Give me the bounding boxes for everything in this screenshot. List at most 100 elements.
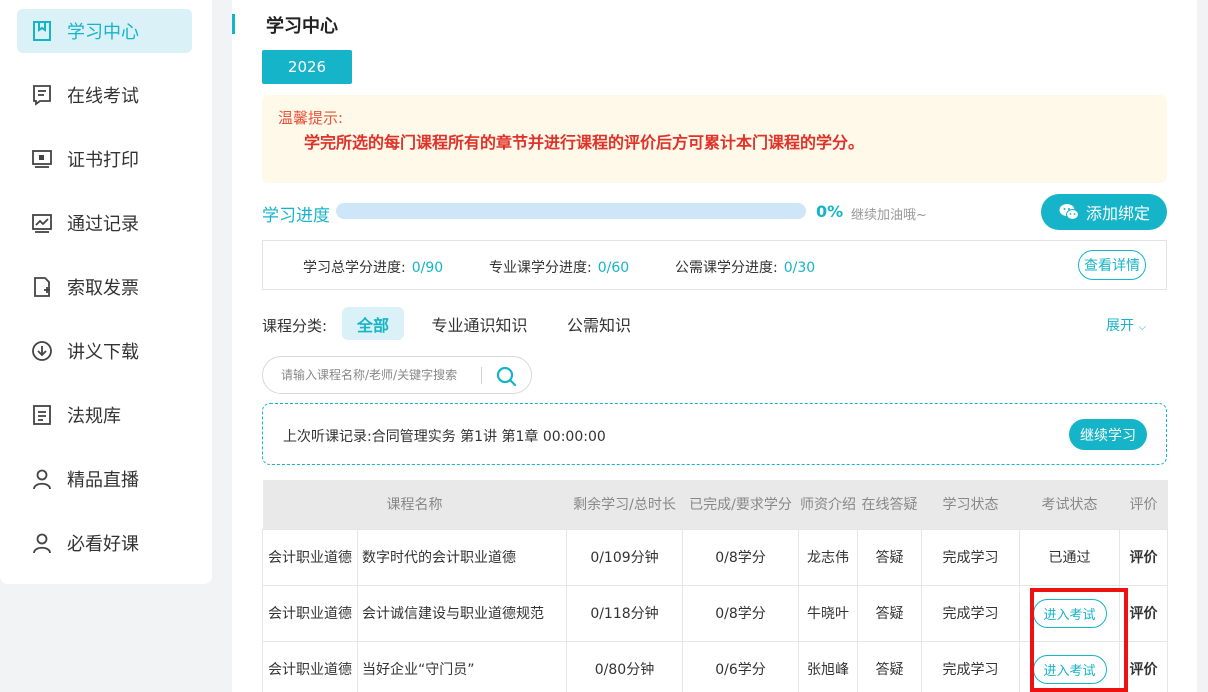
continue-learning-button[interactable]: 继续学习	[1069, 419, 1147, 450]
expand-toggle[interactable]: 展开 ⌵	[1106, 315, 1146, 335]
course-credits: 0/8学分	[682, 584, 799, 642]
public-credits: 公需课学分进度: 0/30	[675, 257, 815, 277]
sidebar-item-pass-records[interactable]: 通过记录	[17, 201, 192, 245]
column-header: 剩余学习/总时长	[566, 480, 683, 529]
course-name[interactable]: 会计诚信建设与职业道德规范	[357, 584, 567, 642]
total-credits: 学习总学分进度: 0/90	[303, 257, 443, 277]
sidebar-item-study-center[interactable]: 学习中心	[17, 9, 192, 53]
column-header: 在线答疑	[857, 480, 922, 529]
table-row: 会计职业道德 当好企业“守门员” 0/80分钟 0/6学分 张旭峰 答疑 完成学…	[262, 640, 1168, 692]
exam-cell: 进入考试	[1019, 640, 1120, 692]
course-duration: 0/109分钟	[566, 528, 683, 586]
sidebar-item-label: 索取发票	[67, 278, 139, 299]
notice-heading: 温馨提示:	[278, 109, 344, 127]
course-qa[interactable]: 答疑	[857, 584, 922, 642]
progress-hint: 继续加油哦~	[851, 208, 927, 223]
course-qa[interactable]: 答疑	[857, 640, 922, 692]
sidebar-item-invoice[interactable]: 索取发票	[17, 265, 192, 309]
column-header: 课程名称	[262, 480, 567, 529]
add-binding-label: 添加绑定	[1085, 204, 1150, 223]
course-credits: 0/8学分	[682, 528, 799, 586]
course-status: 完成学习	[921, 584, 1020, 642]
course-category: 会计职业道德	[262, 528, 358, 586]
chevron-down-icon: ⌵	[1138, 322, 1147, 333]
sidebar-item-online-exam[interactable]: 在线考试	[17, 73, 192, 117]
invoice-icon	[31, 276, 53, 298]
sidebar: 学习中心 在线考试 证书打印 通过记录 索取发票 讲义下载 法规库 精品直播 必…	[0, 0, 212, 584]
sidebar-item-label: 证书打印	[67, 150, 139, 171]
sidebar-item-label: 讲义下载	[67, 342, 139, 363]
table-header-row: 课程名称 剩余学习/总时长 已完成/要求学分 师资介绍 在线答疑 学习状态 考试…	[262, 480, 1168, 529]
course-credits: 0/6学分	[682, 640, 799, 692]
progress-percent: 0%	[816, 202, 844, 221]
view-details-button[interactable]: 查看详情	[1078, 250, 1146, 280]
evaluate-link[interactable]: 评价	[1119, 584, 1168, 642]
column-header: 评价	[1119, 480, 1168, 529]
course-status: 完成学习	[921, 528, 1020, 586]
download-icon	[31, 340, 53, 362]
search-icon[interactable]	[495, 365, 517, 387]
enter-exam-button[interactable]: 进入考试	[1032, 654, 1107, 684]
total-credits-value: 0/90	[411, 260, 444, 276]
course-name[interactable]: 当好企业“守门员”	[357, 640, 567, 692]
search-divider	[481, 367, 482, 384]
table-row: 会计职业道德 会计诚信建设与职业道德规范 0/118分钟 0/8学分 牛晓叶 答…	[262, 584, 1168, 642]
last-record-text: 上次听课记录:合同管理实务 第1讲 第1章 00:00:00	[283, 429, 606, 445]
search-input[interactable]	[281, 365, 471, 385]
sidebar-item-label: 学习中心	[67, 22, 139, 43]
chart-icon	[31, 212, 53, 234]
category-label: 课程分类:	[262, 317, 328, 335]
major-credits-label: 专业课学分进度:	[489, 260, 592, 276]
exam-icon	[31, 84, 53, 106]
main-panel: 学习中心 2026 温馨提示: 学完所选的每门课程所有的章节并进行课程的评价后方…	[232, 0, 1197, 692]
category-professional[interactable]: 专业通识知识	[422, 307, 537, 340]
document-icon	[31, 404, 53, 426]
last-record-box: 上次听课记录:合同管理实务 第1讲 第1章 00:00:00 继续学习	[262, 403, 1167, 465]
search-box	[262, 356, 532, 394]
page-title: 学习中心	[266, 16, 338, 37]
column-header: 考试状态	[1019, 480, 1120, 529]
column-header: 师资介绍	[798, 480, 858, 529]
wechat-icon	[1059, 204, 1079, 220]
sidebar-item-label: 精品直播	[67, 470, 139, 491]
notice-body: 学完所选的每门课程所有的章节并进行课程的评价后方可累计本门课程的学分。	[304, 133, 865, 152]
public-credits-label: 公需课学分进度:	[675, 260, 778, 276]
column-header: 已完成/要求学分	[682, 480, 799, 529]
evaluate-link[interactable]: 评价	[1119, 528, 1168, 586]
sidebar-item-must-watch[interactable]: 必看好课	[17, 521, 192, 565]
category-public[interactable]: 公需知识	[557, 307, 641, 340]
sidebar-item-label: 必看好课	[67, 534, 139, 555]
expand-label: 展开	[1106, 318, 1134, 334]
table-row: 会计职业道德 数字时代的会计职业道德 0/109分钟 0/8学分 龙志伟 答疑 …	[262, 528, 1168, 586]
sidebar-item-label: 通过记录	[67, 214, 139, 235]
credits-box: 学习总学分进度: 0/90 专业课学分进度: 0/60 公需课学分进度: 0/30 查…	[262, 240, 1167, 290]
notice-box: 温馨提示: 学完所选的每门课程所有的章节并进行课程的评价后方可累计本门课程的学分…	[262, 95, 1167, 183]
year-tab[interactable]: 2026	[262, 50, 352, 84]
add-binding-button[interactable]: 添加绑定	[1041, 194, 1167, 230]
public-credits-value: 0/30	[783, 260, 816, 276]
course-name[interactable]: 数字时代的会计职业道德	[357, 528, 567, 586]
exam-cell: 进入考试	[1019, 584, 1120, 642]
title-accent-bar	[232, 14, 235, 34]
course-table: 课程名称 剩余学习/总时长 已完成/要求学分 师资介绍 在线答疑 学习状态 考试…	[262, 480, 1168, 692]
sidebar-item-certificate[interactable]: 证书打印	[17, 137, 192, 181]
sidebar-item-label: 法规库	[67, 406, 121, 427]
sidebar-item-regulations[interactable]: 法规库	[17, 393, 192, 437]
sidebar-item-handout-download[interactable]: 讲义下载	[17, 329, 192, 373]
sidebar-item-label: 在线考试	[67, 86, 139, 107]
course-duration: 0/118分钟	[566, 584, 683, 642]
course-qa[interactable]: 答疑	[857, 528, 922, 586]
user-icon	[31, 532, 53, 554]
course-teacher[interactable]: 张旭峰	[798, 640, 858, 692]
category-all[interactable]: 全部	[342, 307, 404, 340]
course-teacher[interactable]: 龙志伟	[798, 528, 858, 586]
evaluate-link[interactable]: 评价	[1119, 640, 1168, 692]
progress-bar	[336, 203, 806, 219]
course-category: 会计职业道德	[262, 640, 358, 692]
sidebar-item-live[interactable]: 精品直播	[17, 457, 192, 501]
bookmark-icon	[31, 20, 53, 42]
user-icon	[31, 468, 53, 490]
enter-exam-button[interactable]: 进入考试	[1032, 598, 1107, 628]
course-teacher[interactable]: 牛晓叶	[798, 584, 858, 642]
course-status: 完成学习	[921, 640, 1020, 692]
